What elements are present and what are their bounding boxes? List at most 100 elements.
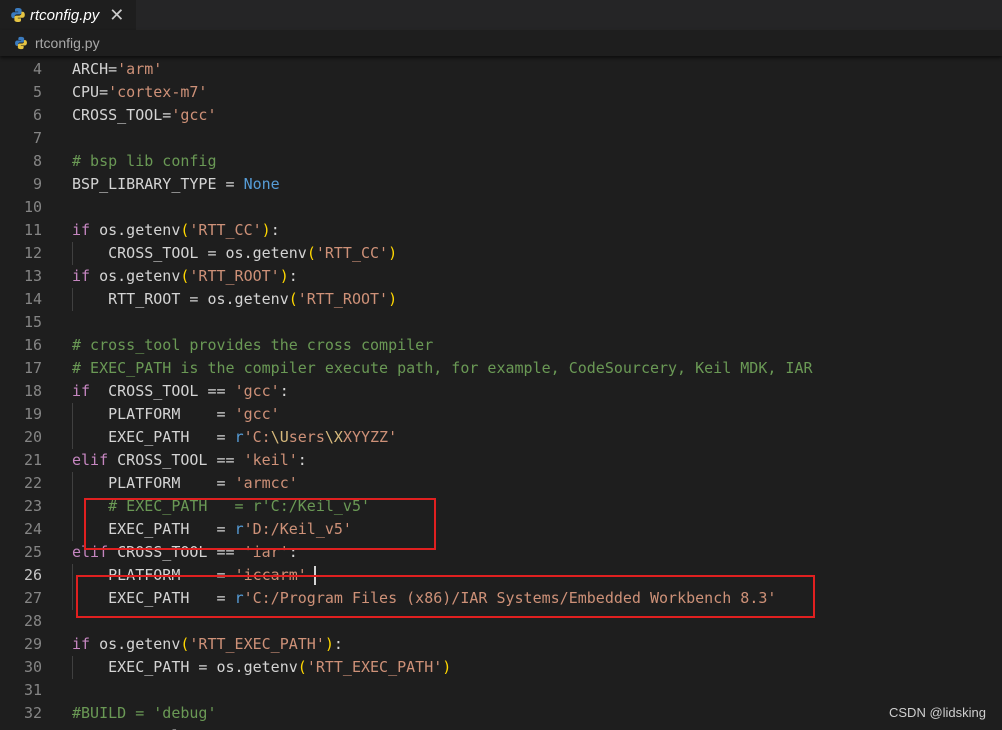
code-token: 'gcc' (234, 405, 280, 423)
code-line[interactable]: 15 (0, 311, 1002, 334)
code-token: 'gcc' (234, 382, 280, 400)
code-token: : (279, 382, 289, 400)
code-line[interactable]: 10 (0, 196, 1002, 219)
code-editor[interactable]: 3# toolchains options4ARCH='arm'5CPU='co… (0, 40, 1002, 730)
code-token: 'RTT_CC' (189, 221, 262, 239)
code-text: CROSS_TOOL = os.getenv('RTT_CC') (72, 242, 397, 265)
code-token: \X (324, 428, 343, 446)
code-token: 'armcc' (234, 474, 298, 492)
code-line[interactable]: 13 if os.getenv('RTT_ROOT'): (0, 265, 1002, 288)
code-token: # EXEC_PATH is the compiler execute path… (72, 359, 813, 377)
code-line[interactable]: 30 EXEC_PATH = os.getenv('RTT_EXEC_PATH'… (0, 656, 1002, 679)
code-token: 'C: (243, 428, 271, 446)
code-token: if (72, 382, 91, 400)
code-text: # bsp lib config (72, 150, 217, 173)
line-number: 28 (23, 612, 42, 630)
line-number: 11 (23, 221, 42, 239)
python-file-icon (10, 7, 26, 23)
code-line[interactable]: 23 # EXEC_PATH = r'C:/Keil_v5' (0, 495, 1002, 518)
line-number: 20 (23, 428, 42, 446)
line-number: 7 (32, 129, 42, 147)
line-number: 18 (23, 382, 42, 400)
code-token: 'RTT_EXEC_PATH' (189, 635, 325, 653)
line-number: 5 (32, 83, 42, 101)
code-line[interactable]: 7 (0, 127, 1002, 150)
code-line[interactable]: 27 EXEC_PATH = r'C:/Program Files (x86)/… (0, 587, 1002, 610)
code-token: elif (72, 543, 109, 561)
code-text: RTT_ROOT = os.getenv('RTT_ROOT') (72, 288, 397, 311)
tab-title: rtconfig.py (30, 6, 100, 24)
code-line[interactable]: 33 BUILD = 'release' (0, 725, 1002, 730)
line-number: 32 (23, 704, 42, 722)
code-line[interactable]: 18 if CROSS_TOOL == 'gcc': (0, 380, 1002, 403)
code-text: EXEC_PATH = r'C:\Users\XXYYZZ' (72, 426, 397, 449)
code-token: ) (324, 635, 334, 653)
line-number: 8 (32, 152, 42, 170)
code-line[interactable]: 28 (0, 610, 1002, 633)
indent-guide (72, 472, 73, 541)
python-file-icon (14, 36, 28, 50)
code-line[interactable]: 5 CPU='cortex-m7' (0, 81, 1002, 104)
code-line[interactable]: 32 #BUILD = 'debug' (0, 702, 1002, 725)
code-token: EXEC_PATH = (72, 520, 235, 538)
code-token: os.getenv (90, 221, 181, 239)
code-token: : (297, 451, 307, 469)
code-text: elif CROSS_TOOL == 'keil': (72, 449, 307, 472)
code-token: PLATFORM = (72, 474, 235, 492)
code-text: BSP_LIBRARY_TYPE = None (72, 173, 280, 196)
code-token: elif (72, 451, 109, 469)
code-text: # EXEC_PATH = r'C:/Keil_v5' (72, 495, 370, 518)
code-line[interactable]: 4 ARCH='arm' (0, 58, 1002, 81)
code-line[interactable]: 25 elif CROSS_TOOL == 'iar': (0, 541, 1002, 564)
code-token: 'RTT_ROOT' (189, 267, 280, 285)
code-token: CROSS_TOOL == (108, 451, 244, 469)
code-line[interactable]: 11 if os.getenv('RTT_CC'): (0, 219, 1002, 242)
code-line[interactable]: 14 RTT_ROOT = os.getenv('RTT_ROOT') (0, 288, 1002, 311)
code-line[interactable]: 19 PLATFORM = 'gcc' (0, 403, 1002, 426)
line-number: 30 (23, 658, 42, 676)
code-token: ) (388, 290, 398, 308)
code-token: 'RTT_EXEC_PATH' (306, 658, 443, 676)
code-line[interactable]: 29 if os.getenv('RTT_EXEC_PATH'): (0, 633, 1002, 656)
code-line[interactable]: 24 EXEC_PATH = r'D:/Keil_v5' (0, 518, 1002, 541)
close-icon[interactable]: ✕ (109, 5, 124, 26)
code-line[interactable]: 31 (0, 679, 1002, 702)
code-token: 'iccarm' (234, 566, 307, 584)
code-line[interactable]: 17 # EXEC_PATH is the compiler execute pa… (0, 357, 1002, 380)
code-token: : (288, 267, 298, 285)
breadcrumb-file[interactable]: rtconfig.py (35, 35, 100, 51)
code-token: EXEC_PATH = os.getenv (72, 658, 298, 676)
code-text: if os.getenv('RTT_ROOT'): (72, 265, 298, 288)
code-line[interactable]: 16 # cross_tool provides the cross compil… (0, 334, 1002, 357)
code-line[interactable]: 12 CROSS_TOOL = os.getenv('RTT_CC') (0, 242, 1002, 265)
line-number: 6 (32, 106, 42, 124)
code-text: CPU='cortex-m7' (72, 81, 207, 104)
line-number: 26 (23, 566, 42, 584)
code-line[interactable]: 6 CROSS_TOOL='gcc' (0, 104, 1002, 127)
code-text: BUILD = 'release' (72, 725, 226, 730)
code-token: CROSS_TOOL == (90, 382, 235, 400)
code-line[interactable]: 20 EXEC_PATH = r'C:\Users\XXYYZZ' (0, 426, 1002, 449)
indent-guide (72, 403, 73, 449)
code-token: ( (306, 244, 316, 262)
code-token: ) (279, 267, 289, 285)
code-line[interactable]: 22 PLATFORM = 'armcc' (0, 472, 1002, 495)
code-text: elif CROSS_TOOL == 'iar': (72, 541, 298, 564)
tab-rtconfig[interactable]: rtconfig.py ✕ (0, 0, 136, 30)
line-number: 24 (23, 520, 42, 538)
code-token: # bsp lib config (72, 152, 217, 170)
line-number: 29 (23, 635, 42, 653)
code-line[interactable]: 9 BSP_LIBRARY_TYPE = None (0, 173, 1002, 196)
code-token: 'keil' (243, 451, 298, 469)
code-token: ( (288, 290, 298, 308)
code-line[interactable]: 8 # bsp lib config (0, 150, 1002, 173)
text-cursor (314, 566, 316, 585)
code-token: 'arm' (117, 60, 163, 78)
tab-bar: rtconfig.py ✕ (0, 0, 1002, 30)
code-line[interactable]: 21 elif CROSS_TOOL == 'keil': (0, 449, 1002, 472)
code-token: os.getenv (90, 267, 181, 285)
code-line[interactable]: 26 PLATFORM = 'iccarm' (0, 564, 1002, 587)
indent-guide (72, 288, 73, 311)
line-number: 17 (23, 359, 42, 377)
line-number: 23 (23, 497, 42, 515)
